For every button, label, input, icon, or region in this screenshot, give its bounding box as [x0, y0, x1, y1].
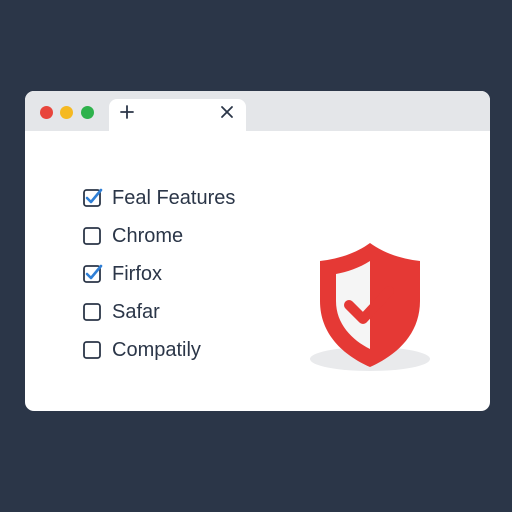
checkbox-frame [83, 341, 101, 359]
title-bar [25, 91, 490, 135]
checkmark-icon [85, 188, 103, 204]
checkbox[interactable] [83, 303, 101, 321]
checkbox[interactable] [83, 264, 103, 283]
plus-icon[interactable] [119, 104, 135, 120]
checklist-item-label: Chrome [112, 225, 184, 247]
close-window-button[interactable] [40, 106, 53, 119]
checkbox[interactable] [83, 188, 103, 207]
checklist-item-label: Firfox [112, 263, 162, 285]
checklist-item-label: Compatily [112, 339, 201, 361]
minimize-window-button[interactable] [60, 106, 73, 119]
checkbox[interactable] [83, 227, 101, 245]
checkmark-icon [85, 264, 103, 280]
shield-check-icon [310, 243, 430, 371]
browser-window: Feal Features Chrome Firfox Safar Compat… [25, 91, 490, 411]
browser-tab[interactable] [109, 99, 246, 135]
checkbox-frame [83, 227, 101, 245]
checklist-item-label: Safar [112, 301, 160, 323]
checkbox-frame [83, 303, 101, 321]
close-icon[interactable] [220, 105, 234, 119]
checkbox[interactable] [83, 341, 101, 359]
maximize-window-button[interactable] [81, 106, 94, 119]
checklist-item-label: Feal Features [112, 187, 236, 209]
